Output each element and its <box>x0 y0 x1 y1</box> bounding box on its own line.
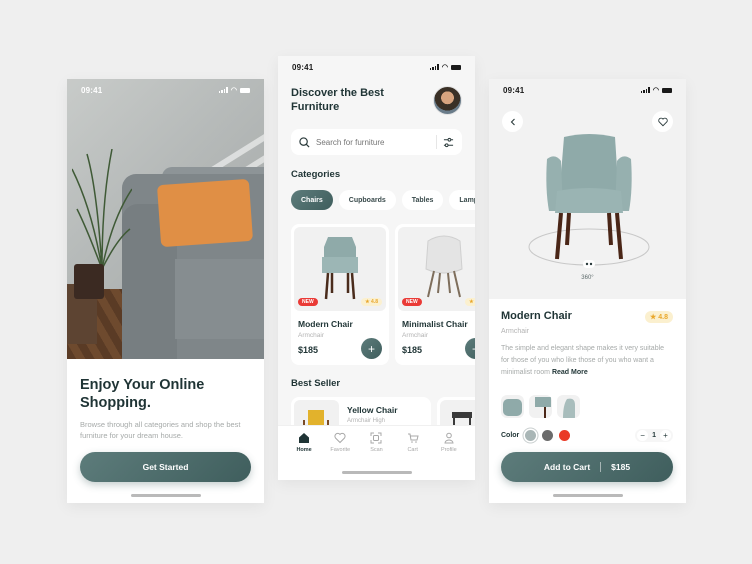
category-chip-chairs[interactable]: Chairs <box>291 190 333 210</box>
product-name: Modern Chair <box>298 319 353 329</box>
new-badge: NEW <box>402 298 422 306</box>
add-to-cart-button[interactable]: + <box>465 338 475 359</box>
color-swatch-sage[interactable] <box>525 430 537 441</box>
cart-price: $185 <box>611 462 631 472</box>
product-image: NEW ★ 4.8 <box>294 227 386 311</box>
decrement-button[interactable]: − <box>637 430 649 441</box>
tab-label: Home <box>296 447 312 453</box>
color-swatch-gray[interactable] <box>542 430 554 441</box>
status-bar: 09:41 ◠ <box>489 79 686 101</box>
filter-icon[interactable] <box>443 137 454 148</box>
home-indicator <box>552 494 623 497</box>
battery-icon <box>240 87 250 93</box>
battery-icon <box>662 87 672 93</box>
thumbnail[interactable] <box>557 395 580 418</box>
product-description: The simple and elegant shape makes it ve… <box>501 345 665 376</box>
tab-label: Cart <box>407 447 418 453</box>
rating-badge: ★ 4.8 <box>465 298 475 306</box>
new-badge: NEW <box>298 298 318 306</box>
home-indicator <box>130 494 201 497</box>
signal-icon <box>640 87 650 93</box>
scan-icon <box>370 432 382 444</box>
tab-label: Favorite <box>330 447 351 453</box>
product-list: NEW ★ 4.8 Modern Chair Armchair $185 + N… <box>291 224 475 365</box>
avatar[interactable] <box>433 86 462 115</box>
thumbnail[interactable] <box>501 395 524 418</box>
category-chip-tables[interactable]: Tables <box>401 190 444 210</box>
quantity-value: 1 <box>652 432 656 439</box>
categories-title: Categories <box>291 169 341 180</box>
title-line-1: Enjoy Your Online <box>80 377 205 393</box>
product-3d-image[interactable] <box>519 129 659 269</box>
search-divider <box>436 135 437 149</box>
rotate-360-label: 360° <box>581 275 594 281</box>
page-title: Discover the Best Furniture <box>291 87 384 113</box>
color-selector: Color − 1 + <box>501 429 673 442</box>
thumbnail[interactable] <box>529 395 552 418</box>
wifi-icon: ◠ <box>652 87 659 94</box>
button-divider <box>600 462 602 472</box>
product-card[interactable]: NEW ★ 4.8 Modern Chair Armchair $185 + <box>291 224 389 365</box>
increment-button[interactable]: + <box>660 430 671 441</box>
title-line-2: Shopping. <box>80 395 151 411</box>
best-seller-name: Yellow Chair <box>347 405 398 415</box>
signal-icon <box>429 64 439 70</box>
hero-image: 09:41 ◠ <box>67 79 264 359</box>
search-icon <box>299 136 310 148</box>
heart-icon <box>334 432 346 444</box>
product-price: $185 <box>298 345 319 355</box>
product-price: $185 <box>402 345 423 355</box>
cart-icon <box>407 433 419 443</box>
product-thumbnails <box>501 395 580 418</box>
status-time: 09:41 <box>292 62 314 72</box>
best-seller-type: Armchair High <box>347 418 386 424</box>
add-to-cart-button[interactable]: + <box>361 338 382 359</box>
wifi-icon: ◠ <box>441 64 448 71</box>
add-to-cart-label: Add to Cart <box>543 462 591 472</box>
rating-badge: ★ 4.8 <box>645 311 673 323</box>
read-more-link[interactable]: Read More <box>552 369 588 376</box>
product-name: Minimalist Chair <box>402 319 468 329</box>
search-bar <box>291 129 462 155</box>
wifi-icon: ◠ <box>230 87 237 94</box>
product-type: Armchair <box>402 332 429 339</box>
status-bar: 09:41 ◠ <box>67 79 264 101</box>
status-time: 09:41 <box>503 85 525 95</box>
get-started-button[interactable]: Get Started <box>80 452 251 482</box>
product-type: Armchair <box>501 328 530 335</box>
onboarding-screen: 09:41 ◠ Enjoy Your Online Shopping. Brows… <box>67 79 264 503</box>
color-swatch-red[interactable] <box>559 430 571 441</box>
product-image: NEW ★ 4.8 <box>398 227 475 311</box>
tab-label: Scan <box>370 447 383 453</box>
category-chip-lamps[interactable]: Lamps <box>449 190 475 210</box>
heart-icon <box>657 117 668 126</box>
status-bar: 09:41 ◠ <box>278 56 475 78</box>
color-label: Color <box>501 432 520 439</box>
category-chip-cupboards[interactable]: Cupboards <box>338 190 396 210</box>
onboarding-title: Enjoy Your Online Shopping. <box>80 376 251 412</box>
home-icon <box>299 433 310 443</box>
rating-badge: ★ 4.8 <box>361 298 382 306</box>
category-chips: Chairs Cupboards Tables Lamps <box>291 190 475 210</box>
add-to-cart-button[interactable]: Add to Cart $185 <box>501 452 673 482</box>
product-card[interactable]: NEW ★ 4.8 Minimalist Chair Armchair $185… <box>395 224 475 365</box>
quantity-stepper: − 1 + <box>635 429 673 442</box>
home-screen: 09:41 ◠ Discover the Best Furniture Cate… <box>278 56 475 480</box>
home-indicator <box>341 471 412 474</box>
product-detail-screen: 09:41 ◠ 360° Modern Chair ★ 4.8 Armchair… <box>489 79 686 503</box>
product-viewer: 09:41 ◠ 360° <box>489 79 686 299</box>
signal-icon <box>218 87 228 93</box>
tab-label: Profile <box>441 447 457 453</box>
chevron-left-icon <box>510 118 515 125</box>
onboarding-description: Browse through all categories and shop t… <box>80 420 241 440</box>
tab-home[interactable]: Home <box>289 432 319 480</box>
battery-icon <box>451 64 461 70</box>
status-time: 09:41 <box>81 85 103 95</box>
best-seller-title: Best Seller <box>291 378 341 389</box>
profile-icon <box>444 432 454 444</box>
tab-profile[interactable]: Profile <box>434 432 464 480</box>
search-input[interactable] <box>316 137 430 147</box>
